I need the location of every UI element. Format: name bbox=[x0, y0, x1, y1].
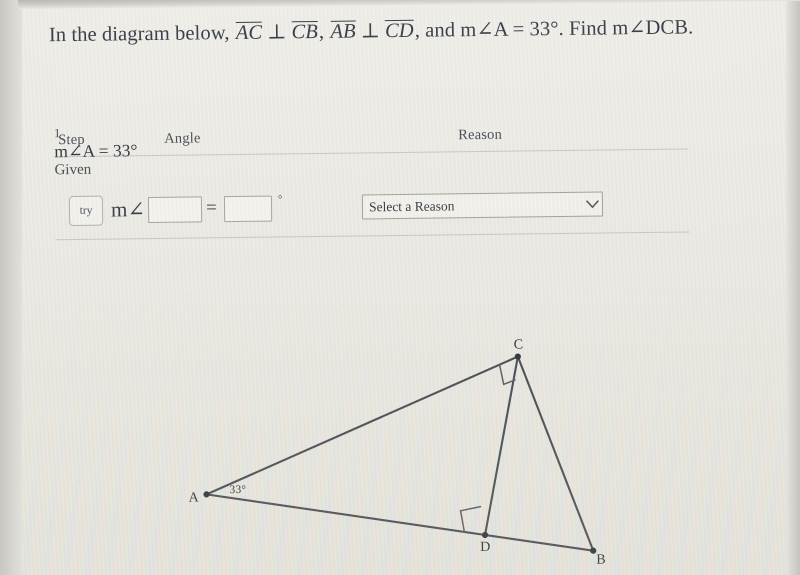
segment-line-ac bbox=[205, 355, 519, 496]
vertex-label-d: D bbox=[480, 539, 491, 556]
vertex-dots bbox=[203, 353, 597, 554]
photo-edge-right bbox=[786, 0, 800, 575]
and-text: , and bbox=[414, 19, 456, 42]
segment-line-cd bbox=[483, 355, 519, 537]
segment-ac: AC bbox=[235, 21, 263, 45]
header-reason: Reason bbox=[458, 126, 503, 144]
reason-select-value: Select a Reason bbox=[368, 197, 455, 214]
vertex-label-a: A bbox=[188, 490, 199, 506]
perp-symbol-2: ⊥ bbox=[360, 20, 381, 43]
vertex-label-c: C bbox=[513, 337, 524, 353]
segment-cb: CB bbox=[291, 20, 319, 44]
equals-sign: = bbox=[205, 197, 217, 219]
figure-svg bbox=[203, 353, 597, 554]
segment-line-cb bbox=[516, 355, 595, 552]
find-target: m∠DCB. bbox=[612, 16, 694, 40]
proof-table: Step Angle Reason 1 m∠A = 33° Given try … bbox=[54, 118, 690, 242]
angle-prefix-label: m∠ bbox=[110, 197, 146, 222]
vertex-label-b: B bbox=[596, 552, 606, 568]
vertex-dot-d bbox=[481, 531, 489, 539]
segment-cd: CD bbox=[384, 19, 414, 43]
page-content: In the diagram below, AC ⊥ CB, AB ⊥ CD, and … bbox=[0, 0, 800, 575]
geometry-figure: A B C D 33° bbox=[150, 317, 673, 573]
photo-edge-left bbox=[0, 0, 22, 575]
angle-label-a: 33° bbox=[229, 483, 247, 497]
entry-row: try m∠ = ° Select a Reason bbox=[55, 186, 689, 238]
segment-line-ab bbox=[205, 493, 595, 552]
angle-value-input[interactable] bbox=[223, 195, 273, 223]
header-angle: Angle bbox=[164, 130, 201, 147]
photographed-screen: In the diagram below, AC ⊥ CB, AB ⊥ CD, and … bbox=[0, 0, 800, 575]
vertex-dot-c bbox=[514, 353, 521, 360]
segment-ab: AB bbox=[330, 20, 356, 44]
comma-1: , bbox=[318, 20, 325, 43]
degree-symbol: ° bbox=[277, 193, 283, 206]
try-button[interactable]: try bbox=[68, 195, 104, 227]
chevron-down-icon bbox=[582, 200, 602, 209]
header-step: Step bbox=[58, 131, 85, 149]
right-angle-mark-c bbox=[498, 364, 516, 386]
given-measure: m∠A = 33° bbox=[460, 18, 559, 42]
perp-symbol-1: ⊥ bbox=[267, 21, 287, 44]
vertex-dot-a bbox=[203, 491, 210, 498]
right-angle-mark-d bbox=[459, 505, 482, 533]
problem-lead: In the diagram below, bbox=[48, 22, 230, 47]
angle-name-input[interactable] bbox=[147, 196, 203, 224]
reason-select[interactable]: Select a Reason bbox=[361, 191, 604, 220]
problem-statement: In the diagram below, AC ⊥ CB, AB ⊥ CD, and … bbox=[49, 12, 739, 51]
find-word: . Find bbox=[558, 17, 608, 41]
